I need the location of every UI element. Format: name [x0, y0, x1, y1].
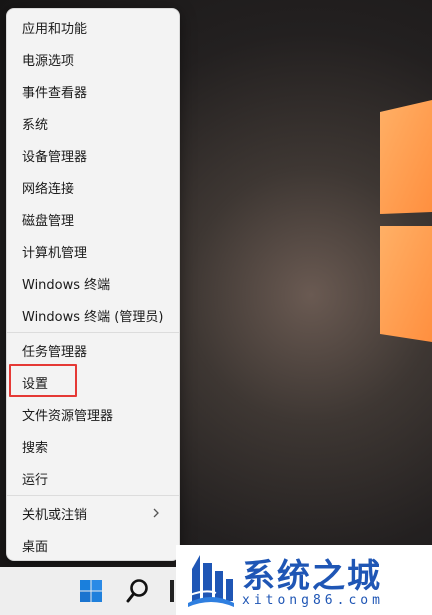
watermark-title: 系统之城 [242, 556, 382, 595]
menu-item-label: 电源选项 [22, 53, 75, 69]
menu-item-power-options[interactable]: 电源选项 [11, 45, 177, 73]
menu-item-label: 文件资源管理器 [22, 408, 114, 424]
menu-item-label: 系统 [22, 117, 49, 133]
menu-item-label: 桌面 [22, 539, 49, 555]
menu-item-label: 关机或注销 [22, 507, 88, 523]
chevron-right-icon [153, 508, 159, 518]
menu-item-label: 搜索 [22, 440, 49, 456]
menu-item-label: 网络连接 [22, 181, 75, 197]
menu-item-label: 设备管理器 [22, 149, 88, 165]
settings-highlight-box [9, 364, 77, 397]
menu-item-label: Windows 终端 [22, 277, 111, 293]
menu-item-search[interactable]: 搜索 [11, 432, 177, 460]
menu-item-desktop[interactable]: 桌面 [11, 531, 177, 559]
menu-item-apps-and-features[interactable]: 应用和功能 [11, 13, 177, 41]
menu-item-label: Windows 终端 (管理员) [22, 309, 164, 325]
menu-item-label: 计算机管理 [22, 245, 88, 261]
menu-item-label: 应用和功能 [22, 21, 88, 37]
menu-divider [7, 332, 179, 333]
menu-item-device-manager[interactable]: 设备管理器 [11, 141, 177, 169]
menu-item-shutdown-or-sign-out[interactable]: 关机或注销 [11, 499, 177, 527]
context-menu: 应用和功能 电源选项 事件查看器 系统 设备管理器 网络连接 磁盘管理 计算机管… [6, 8, 180, 561]
city-logo-icon [188, 555, 234, 607]
menu-item-label: 运行 [22, 472, 49, 488]
menu-item-system[interactable]: 系统 [11, 109, 177, 137]
menu-item-run[interactable]: 运行 [11, 464, 177, 492]
windows-start-icon[interactable] [80, 580, 102, 602]
menu-item-windows-terminal-admin[interactable]: Windows 终端 (管理员) [11, 301, 177, 329]
menu-item-task-manager[interactable]: 任务管理器 [11, 336, 177, 364]
menu-divider [7, 495, 179, 496]
menu-item-file-explorer[interactable]: 文件资源管理器 [11, 400, 177, 428]
menu-item-event-viewer[interactable]: 事件查看器 [11, 77, 177, 105]
menu-item-label: 事件查看器 [22, 85, 88, 101]
menu-item-windows-terminal[interactable]: Windows 终端 [11, 269, 177, 297]
watermark: 系统之城 xitong86.com [176, 545, 432, 615]
menu-item-disk-management[interactable]: 磁盘管理 [11, 205, 177, 233]
menu-item-label: 磁盘管理 [22, 213, 75, 229]
watermark-subtitle: xitong86.com [242, 593, 384, 608]
menu-item-computer-management[interactable]: 计算机管理 [11, 237, 177, 265]
menu-item-label: 任务管理器 [22, 344, 88, 360]
search-icon[interactable] [126, 578, 150, 604]
menu-item-network-connections[interactable]: 网络连接 [11, 173, 177, 201]
edge-icon[interactable] [170, 580, 174, 602]
